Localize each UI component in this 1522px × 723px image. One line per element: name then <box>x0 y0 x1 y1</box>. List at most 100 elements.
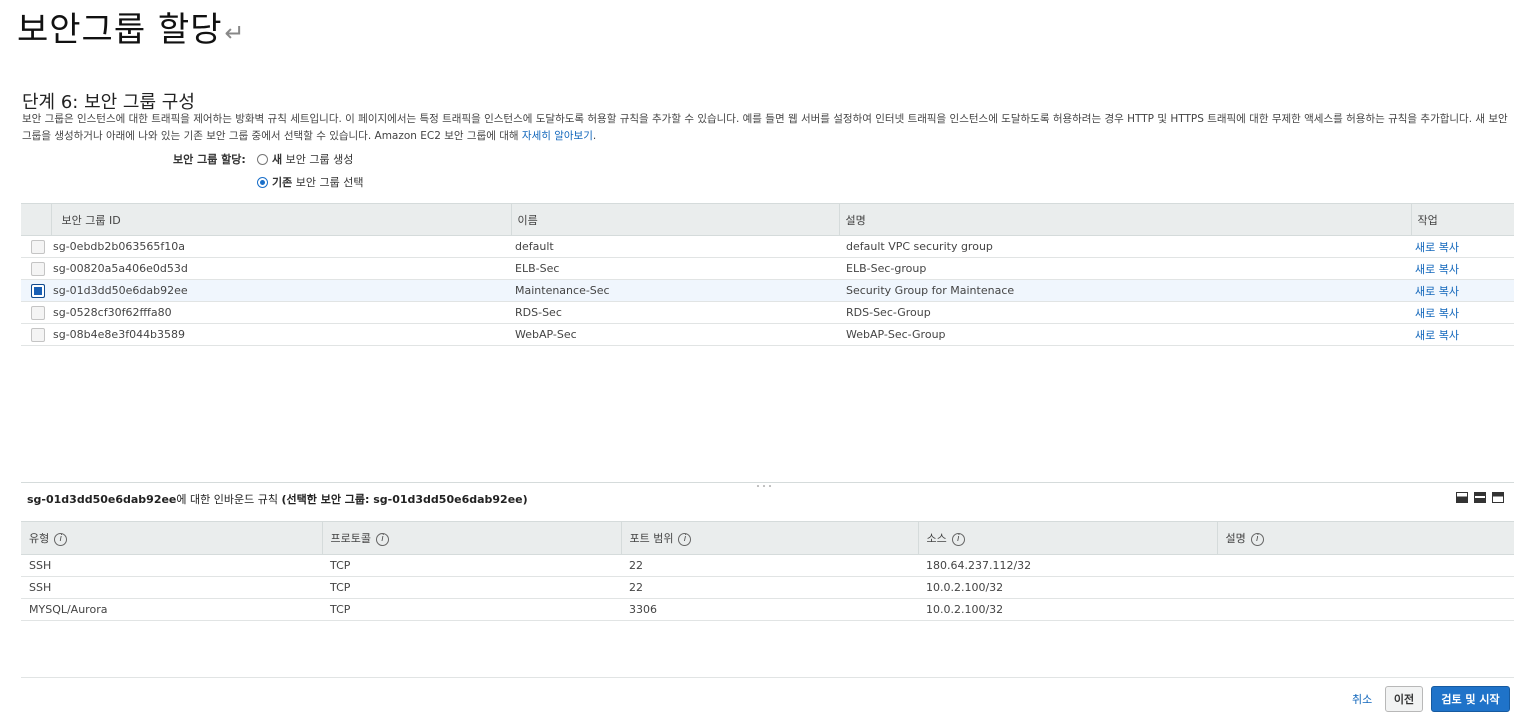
column-header-sg-id[interactable]: 보안 그룹 ID <box>50 203 511 236</box>
step-description: 보안 그룹은 인스턴스에 대한 트래픽을 제어하는 방화벽 규칙 세트입니다. … <box>22 111 1510 145</box>
rule-source-cell: 10.0.2.100/32 <box>918 598 1217 621</box>
document-title-text: 보안그룹 할당 <box>17 10 223 50</box>
panel-split-icon[interactable] <box>1474 492 1486 503</box>
rule-port-cell: 22 <box>621 554 918 577</box>
rule-source-cell: 180.64.237.112/32 <box>918 554 1217 577</box>
table-row[interactable]: sg-08b4e8e3f044b3589 WebAP-Sec WebAP-Sec-G… <box>21 323 1514 346</box>
column-header-description[interactable]: 설명 <box>838 203 1411 236</box>
sg-id-cell: sg-01d3dd50e6dab92ee <box>51 279 511 302</box>
sg-description-cell: RDS-Sec-Group <box>839 301 1411 324</box>
rule-protocol-cell: TCP <box>322 554 621 577</box>
sg-name-cell: WebAP-Sec <box>511 323 839 346</box>
column-header-type: 유형 i <box>21 521 322 555</box>
step-description-text: 보안 그룹은 인스턴스에 대한 트래픽을 제어하는 방화벽 규칙 세트입니다. … <box>22 113 1508 142</box>
sg-name-cell: RDS-Sec <box>511 301 839 324</box>
column-header-protocol-text: 프로토콜 <box>330 532 371 545</box>
info-icon[interactable]: i <box>951 532 965 546</box>
rule-port-cell: 22 <box>621 576 918 599</box>
row-select-cell[interactable] <box>21 279 51 302</box>
info-icon[interactable]: i <box>54 532 68 546</box>
row-select-cell[interactable] <box>21 323 51 346</box>
info-icon[interactable]: i <box>375 532 389 546</box>
sg-action-cell: 새로 복사 <box>1411 235 1514 258</box>
rule-source-cell: 10.0.2.100/32 <box>918 576 1217 599</box>
rule-protocol-cell: TCP <box>322 598 621 621</box>
copy-to-new-link[interactable]: 새로 복사 <box>1415 285 1459 298</box>
table-header-row: 유형 i 프로토콜 i 포트 범위 i 소스 i 설명 i <box>21 521 1514 555</box>
rule-description-cell <box>1217 576 1514 599</box>
rule-type-cell: SSH <box>21 576 322 599</box>
rule-protocol-cell: TCP <box>322 576 621 599</box>
radio-existing-sg-label: 기존 보안 그룹 선택 <box>272 174 363 190</box>
radio-button-icon[interactable] <box>257 153 268 165</box>
cancel-button[interactable]: 취소 <box>1352 691 1372 707</box>
review-and-launch-button[interactable]: 검토 및 시작 <box>1431 686 1510 712</box>
inbound-title-selection: (선택한 보안 그룹: sg-01d3dd50e6dab92ee) <box>281 493 528 506</box>
step-description-suffix: . <box>592 130 597 142</box>
column-header-type-text: 유형 <box>29 532 50 545</box>
sg-description-cell: ELB-Sec-group <box>839 257 1411 280</box>
radio-new-sg-rest: 보안 그룹 생성 <box>282 153 354 166</box>
sg-description-cell: default VPC security group <box>839 235 1411 258</box>
row-checkbox[interactable] <box>31 305 45 320</box>
sg-id-cell: sg-08b4e8e3f044b3589 <box>51 323 511 346</box>
panel-top-icon[interactable] <box>1492 492 1504 503</box>
column-header-rule-description: 설명 i <box>1216 521 1514 555</box>
inbound-title-mid: 에 대한 인바운드 규칙 <box>176 493 282 506</box>
sg-name-cell: default <box>511 235 839 258</box>
table-row: SSH TCP 22 180.64.237.112/32 <box>21 554 1514 577</box>
copy-to-new-link[interactable]: 새로 복사 <box>1415 263 1459 276</box>
row-select-cell[interactable] <box>21 235 51 258</box>
panel-splitter[interactable] <box>21 482 1514 483</box>
row-checkbox[interactable] <box>31 283 45 298</box>
footer-divider <box>21 677 1514 678</box>
sg-name-cell: Maintenance-Sec <box>511 279 839 302</box>
copy-to-new-link[interactable]: 새로 복사 <box>1415 241 1459 254</box>
table-row[interactable]: sg-0ebdb2b063565f10a default default VPC s… <box>21 235 1514 258</box>
return-mark-icon: ↵ <box>224 19 246 47</box>
table-row[interactable]: sg-01d3dd50e6dab92ee Maintenance-Sec Secur… <box>21 279 1514 302</box>
column-header-desc-text: 설명 <box>1225 532 1246 545</box>
column-header-port-range: 포트 범위 i <box>620 521 918 555</box>
radio-new-sg-bold: 새 <box>272 153 283 166</box>
sg-action-cell: 새로 복사 <box>1411 323 1514 346</box>
radio-existing-sg-rest: 보안 그룹 선택 <box>292 176 364 189</box>
rule-description-cell <box>1217 554 1514 577</box>
inbound-rules-title: sg-01d3dd50e6dab92ee에 대한 인바운드 규칙 (선택한 보안… <box>27 491 528 507</box>
table-header-row: 보안 그룹 ID 이름 설명 작업 <box>21 203 1514 236</box>
table-row[interactable]: sg-00820a5a406e0d53d ELB-Sec ELB-Sec-group… <box>21 257 1514 280</box>
column-header-source: 소스 i <box>917 521 1217 555</box>
row-select-cell[interactable] <box>21 301 51 324</box>
row-checkbox[interactable] <box>31 261 45 276</box>
column-header-port-text: 포트 범위 <box>629 532 674 545</box>
learn-more-link[interactable]: 자세히 알아보기 <box>522 130 593 142</box>
table-row[interactable]: sg-0528cf30f62fffa80 RDS-Sec RDS-Sec-Group… <box>21 301 1514 324</box>
radio-new-sg-label: 새 보안 그룹 생성 <box>272 151 353 167</box>
panel-bottom-icon[interactable] <box>1456 492 1468 503</box>
rule-type-cell: MYSQL/Aurora <box>21 598 322 621</box>
row-checkbox[interactable] <box>31 327 45 342</box>
splitter-grip-icon[interactable]: ˚˚˚ <box>756 485 774 494</box>
sg-description-cell: WebAP-Sec-Group <box>839 323 1411 346</box>
row-checkbox[interactable] <box>31 239 45 254</box>
row-select-cell[interactable] <box>21 257 51 280</box>
radio-button-checked-icon[interactable] <box>257 176 268 188</box>
sg-id-cell: sg-0ebdb2b063565f10a <box>51 235 511 258</box>
radio-new-sg[interactable]: 새 보안 그룹 생성 <box>257 151 353 167</box>
table-row: SSH TCP 22 10.0.2.100/32 <box>21 576 1514 599</box>
sg-id-cell: sg-00820a5a406e0d53d <box>51 257 511 280</box>
copy-to-new-link[interactable]: 새로 복사 <box>1415 329 1459 342</box>
previous-button[interactable]: 이전 <box>1385 686 1423 712</box>
sg-description-cell: Security Group for Maintenace <box>839 279 1411 302</box>
copy-to-new-link[interactable]: 새로 복사 <box>1415 307 1459 320</box>
info-icon[interactable]: i <box>1250 532 1264 546</box>
column-header-protocol: 프로토콜 i <box>321 521 621 555</box>
document-title: 보안그룹 할당↵ <box>17 2 246 51</box>
assign-label: 보안 그룹 할당: <box>173 153 246 166</box>
sg-action-cell: 새로 복사 <box>1411 257 1514 280</box>
radio-existing-sg[interactable]: 기존 보안 그룹 선택 <box>257 174 363 190</box>
column-header-name[interactable]: 이름 <box>510 203 839 236</box>
security-group-table: 보안 그룹 ID 이름 설명 작업 sg-0ebdb2b063565f10a de… <box>21 203 1514 346</box>
sg-name-cell: ELB-Sec <box>511 257 839 280</box>
info-icon[interactable]: i <box>678 532 692 546</box>
